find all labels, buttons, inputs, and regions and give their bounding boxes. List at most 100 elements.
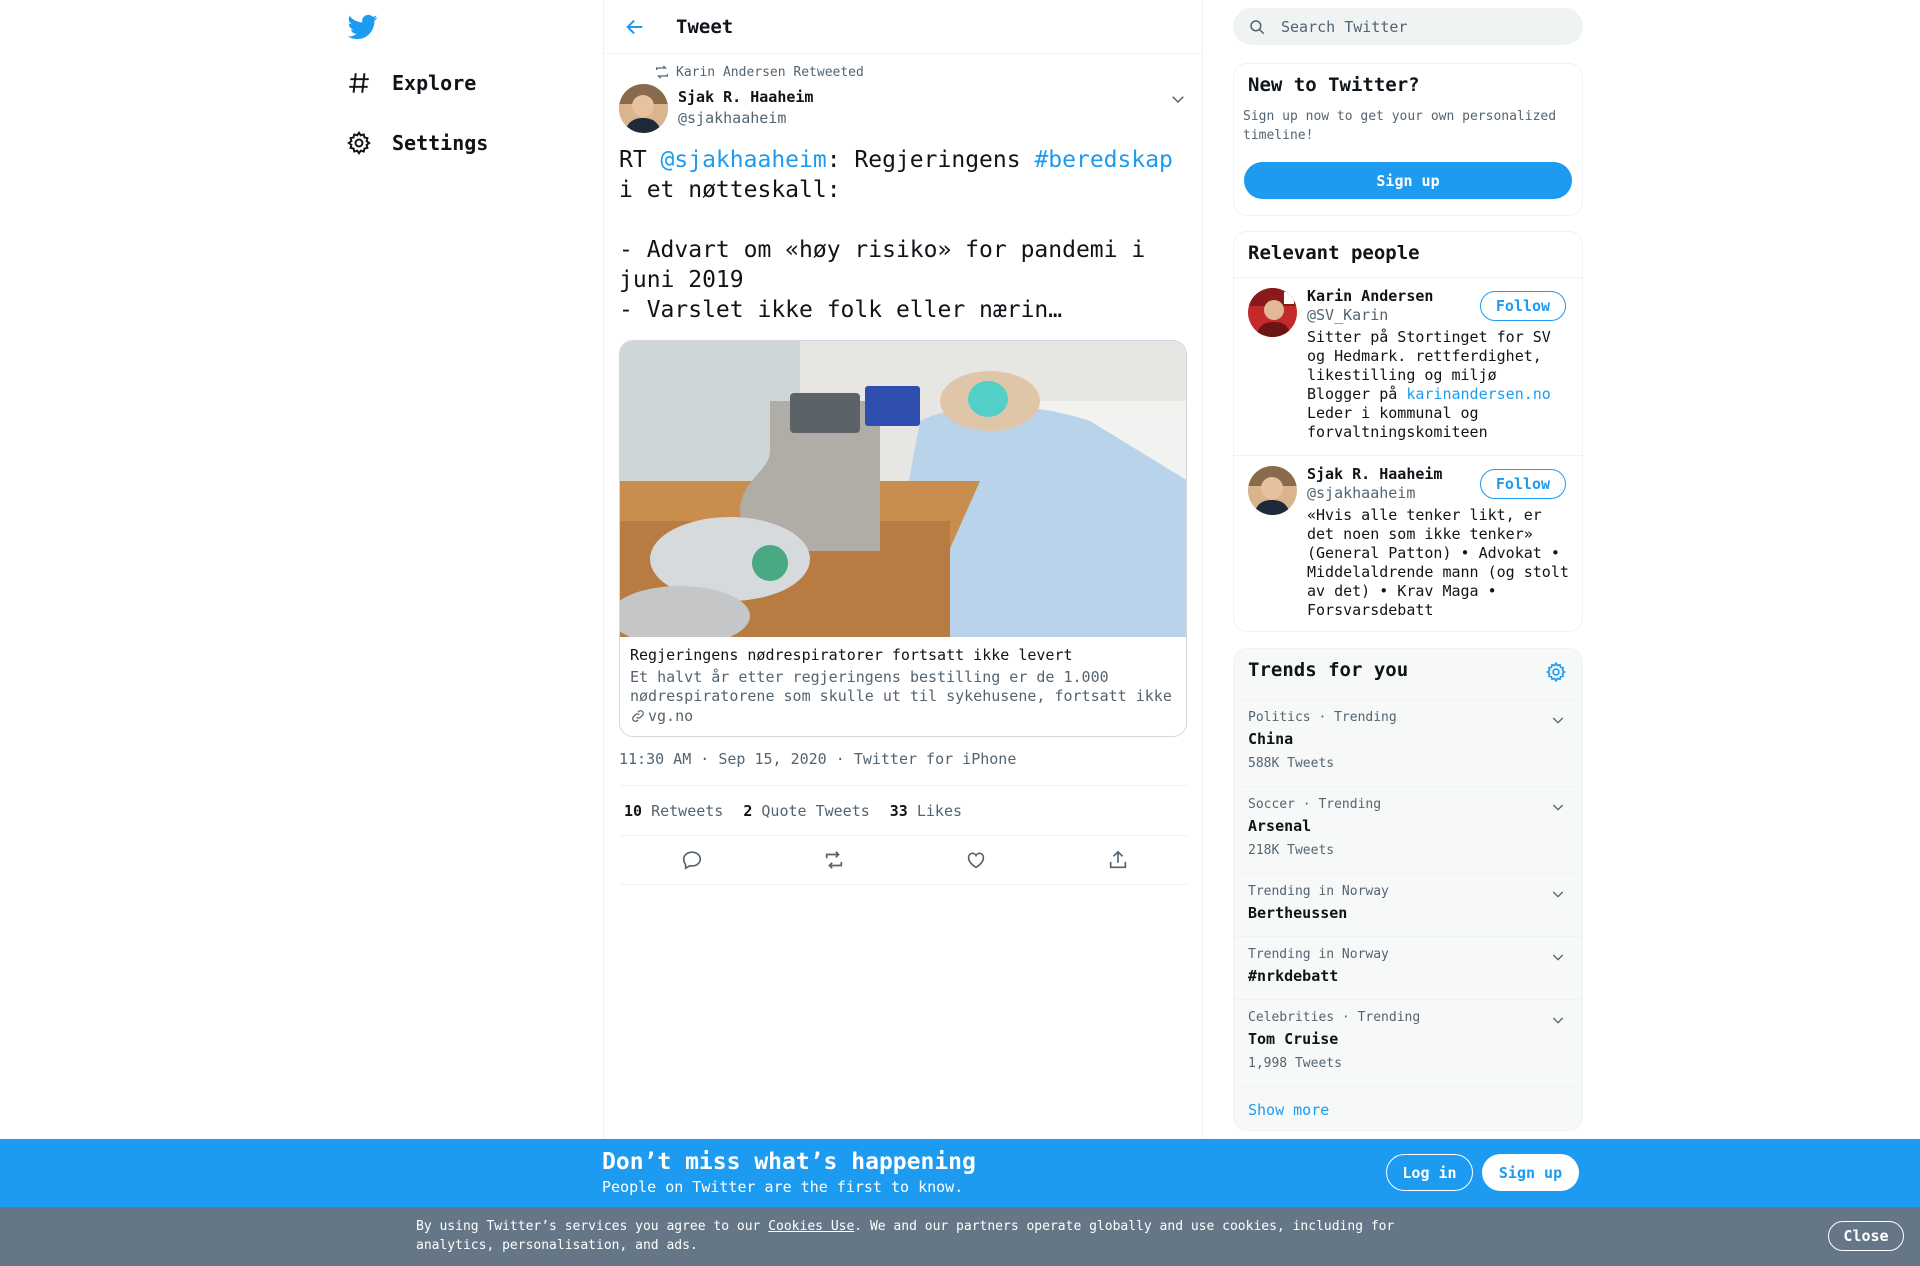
cookie-text: By using Twitter’s services you agree to… — [416, 1217, 1416, 1255]
card-domain-text: vg.no — [648, 707, 694, 725]
person-avatar[interactable] — [1248, 466, 1297, 515]
follow-button[interactable]: Follow — [1480, 469, 1566, 499]
trend-context: Politics · Trending — [1248, 710, 1397, 725]
quotes-count: 2 — [743, 801, 753, 820]
trend-item[interactable]: Celebrities · Trending Tom Cruise 1,998 … — [1234, 999, 1582, 1086]
chevron-down-icon[interactable] — [1550, 949, 1566, 965]
person-bio: «Hvis alle tenker likt, er det noen som … — [1307, 506, 1578, 619]
tweet-source[interactable]: Twitter for iPhone — [854, 750, 1017, 768]
trend-item[interactable]: Trending in Norway #nrkdebatt — [1234, 936, 1582, 999]
follow-button[interactable]: Follow — [1480, 291, 1566, 321]
tweet-stats: 10 Retweets 2 Quote Tweets 33 Likes — [619, 785, 1189, 836]
reply-icon[interactable] — [681, 849, 703, 871]
retweet-icon — [656, 65, 668, 79]
author-avatar[interactable] — [619, 84, 668, 133]
search-input[interactable] — [1281, 17, 1561, 36]
chevron-down-icon[interactable] — [1169, 90, 1187, 108]
likes-stat[interactable]: 33 Likes — [890, 802, 962, 820]
person-bio-link[interactable]: karinandersen.no — [1406, 385, 1551, 403]
trends-title: Trends for you — [1248, 659, 1409, 681]
trend-name: Bertheussen — [1248, 904, 1348, 922]
tweet-time[interactable]: 11:30 AM · Sep 15, 2020 — [619, 750, 827, 768]
trend-count: 588K Tweets — [1248, 756, 1335, 771]
quotes-label: Quote Tweets — [761, 801, 870, 820]
author-name[interactable]: Sjak R. Haaheim — [678, 88, 813, 106]
nav-settings-label: Settings — [392, 131, 489, 155]
banner-title: Don’t miss what’s happening — [602, 1149, 976, 1175]
search-icon — [1250, 19, 1265, 34]
cookie-text-pre: By using Twitter’s services you agree to… — [416, 1219, 769, 1234]
person-card[interactable]: Karin Andersen @SV_Karin Follow Sitter p… — [1234, 277, 1582, 455]
hash-icon — [349, 73, 369, 93]
person-avatar[interactable] — [1248, 288, 1297, 337]
signup-button[interactable]: Sign up — [1244, 162, 1572, 199]
card-description: Et halvt år etter regjeringens bestillin… — [630, 668, 1172, 705]
tweet-meta: 11:30 AM · Sep 15, 2020 · Twitter for iP… — [619, 750, 1017, 768]
retweet-action-icon[interactable] — [823, 849, 845, 871]
person-name[interactable]: Karin Andersen — [1307, 287, 1433, 305]
like-icon[interactable] — [965, 849, 987, 871]
tweet-text-mid: : Regjeringens — [826, 147, 1035, 173]
cookie-bar: By using Twitter’s services you agree to… — [0, 1207, 1920, 1266]
trend-name: Tom Cruise — [1248, 1030, 1339, 1048]
link-card[interactable]: Regjeringens nødrespiratorer fortsatt ik… — [619, 340, 1187, 737]
tweet-mention[interactable]: @sjakhaaheim — [661, 147, 827, 173]
signup-banner: Don’t miss what’s happening People on Tw… — [0, 1139, 1920, 1207]
trend-count: 218K Tweets — [1248, 843, 1335, 858]
chevron-down-icon[interactable] — [1550, 712, 1566, 728]
tweet-hashtag[interactable]: #beredskap — [1034, 147, 1172, 173]
retweets-label: Retweets — [651, 801, 724, 820]
relevant-people-title: Relevant people — [1248, 242, 1420, 264]
person-bio: Sitter på Stortinget for SV og Hedmark. … — [1307, 328, 1572, 442]
login-button[interactable]: Log in — [1386, 1154, 1473, 1191]
person-card[interactable]: Sjak R. Haaheim @sjakhaaheim Follow «Hvi… — [1234, 455, 1582, 631]
chevron-down-icon[interactable] — [1550, 886, 1566, 902]
trend-item[interactable]: Soccer · Trending Arsenal 218K Tweets — [1234, 786, 1582, 873]
trend-context: Soccer · Trending — [1248, 797, 1382, 812]
card-image — [620, 341, 1186, 646]
trend-item[interactable]: Politics · Trending China 588K Tweets — [1234, 699, 1582, 786]
author-handle[interactable]: @sjakhaaheim — [678, 109, 813, 127]
nav-explore[interactable]: Explore — [346, 70, 476, 96]
share-icon[interactable] — [1107, 849, 1129, 871]
cookies-use-link[interactable]: Cookies Use — [768, 1219, 854, 1234]
gear-icon — [347, 130, 371, 156]
new-to-twitter-title: New to Twitter? — [1248, 74, 1420, 96]
new-to-twitter-text: Sign up now to get your own personalized… — [1243, 109, 1557, 143]
trend-context: Trending in Norway — [1248, 947, 1389, 962]
show-more-link[interactable]: Show more — [1248, 1101, 1329, 1119]
trend-name: #nrkdebatt — [1248, 967, 1339, 985]
person-handle[interactable]: @sjakhaaheim — [1307, 484, 1415, 502]
tweet-author[interactable]: Sjak R. Haaheim @sjakhaaheim — [678, 88, 813, 127]
relevant-people-box: Relevant people Karin Andersen @SV_Karin… — [1233, 231, 1583, 632]
nav-explore-label: Explore — [392, 71, 477, 95]
tweet-text-prefix: RT — [619, 147, 661, 173]
trend-context: Celebrities · Trending — [1248, 1010, 1421, 1025]
person-handle[interactable]: @SV_Karin — [1307, 306, 1388, 324]
page-title: Tweet — [676, 15, 734, 38]
back-arrow-icon[interactable] — [624, 16, 646, 38]
nav-settings[interactable]: Settings — [346, 130, 488, 156]
cookie-close-button[interactable]: Close — [1828, 1221, 1904, 1251]
trends-box: Trends for you Politics · Trending China… — [1233, 648, 1583, 1131]
card-title: Regjeringens nødrespiratorer fortsatt ik… — [630, 646, 1073, 664]
quotes-stat[interactable]: 2 Quote Tweets — [743, 802, 869, 820]
person-name[interactable]: Sjak R. Haaheim — [1307, 465, 1442, 483]
trend-item[interactable]: Trending in Norway Bertheussen — [1234, 873, 1582, 936]
retweets-count: 10 — [624, 801, 643, 820]
chevron-down-icon[interactable] — [1550, 1012, 1566, 1028]
tweet-column: Tweet Karin Andersen Retweeted Sjak R. H… — [603, 0, 1203, 1140]
twitter-bird-icon[interactable] — [348, 12, 378, 42]
banner-subtitle: People on Twitter are the first to know. — [602, 1178, 964, 1196]
trend-context: Trending in Norway — [1248, 884, 1389, 899]
search-box[interactable] — [1233, 8, 1583, 45]
retweet-context: Karin Andersen Retweeted — [654, 64, 864, 80]
trend-name: China — [1248, 730, 1294, 748]
chevron-down-icon[interactable] — [1550, 799, 1566, 815]
banner-signup-button[interactable]: Sign up — [1482, 1154, 1579, 1191]
retweets-stat[interactable]: 10 Retweets — [624, 802, 723, 820]
retweeted-by[interactable]: Karin Andersen Retweeted — [676, 65, 864, 80]
trends-settings-icon[interactable] — [1545, 661, 1567, 683]
person-bio-text-end: Leder i kommunal og forvaltningskomiteen — [1307, 404, 1488, 441]
show-more-row[interactable]: Show more — [1234, 1086, 1582, 1130]
